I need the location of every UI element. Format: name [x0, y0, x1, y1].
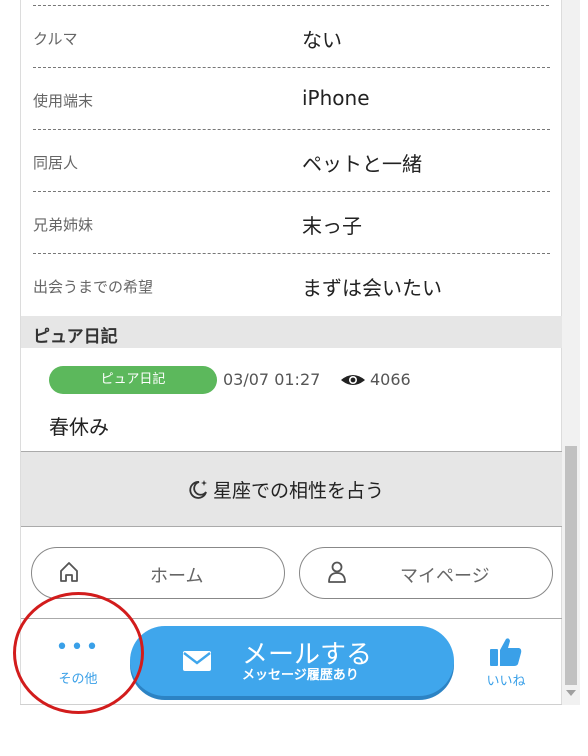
row-value: ない: [302, 28, 342, 52]
thumbs-up-icon: [490, 638, 522, 666]
profile-row-car: クルマ ない: [21, 6, 562, 68]
profile-row-cohabitant: 同居人 ペットと一緒: [21, 130, 562, 192]
row-value: iPhone: [302, 86, 370, 110]
row-value: まずは会いたい: [302, 276, 442, 300]
row-label: クルマ: [33, 30, 78, 48]
like-label: いいね: [486, 674, 526, 689]
like-button[interactable]: いいね: [470, 636, 542, 694]
row-label: 使用端末: [33, 92, 94, 110]
view-count: 4066: [370, 370, 411, 389]
annotation-circle: [13, 592, 144, 714]
row-value: ペットと一緒: [302, 152, 422, 176]
horoscope-button[interactable]: 星座での相性を占う: [21, 451, 562, 527]
row-label: 同居人: [33, 154, 79, 172]
user-icon: [328, 561, 346, 583]
eye-icon: [341, 375, 365, 385]
envelope-icon: [183, 651, 211, 671]
profile-row-siblings: 兄弟姉妹 末っ子: [21, 192, 562, 254]
home-button[interactable]: ホーム: [31, 547, 285, 599]
scrollbar-thumb[interactable]: [565, 446, 577, 685]
mypage-label: マイページ: [400, 566, 490, 587]
home-icon: [60, 562, 78, 582]
scroll-down-arrow-icon[interactable]: [566, 690, 576, 696]
moon-icon: [189, 480, 207, 499]
row-value: 末っ子: [302, 214, 362, 238]
mail-sublabel: メッセージ履歴あり: [242, 668, 359, 683]
row-label: 兄弟姉妹: [33, 216, 94, 234]
section-title: ピュア日記: [33, 327, 118, 347]
horoscope-label: 星座での相性を占う: [213, 480, 385, 502]
diary-entry-title[interactable]: 春休み: [49, 411, 109, 440]
profile-row-device: 使用端末 iPhone: [21, 68, 562, 130]
home-label: ホーム: [150, 566, 204, 587]
profile-row-meeting-wish: 出会うまでの希望 まずは会いたい: [21, 254, 562, 316]
diary-date: 03/07 01:27: [223, 370, 321, 389]
row-label: 出会うまでの希望: [33, 278, 154, 296]
mypage-button[interactable]: マイページ: [299, 547, 553, 599]
send-mail-button[interactable]: メールする メッセージ履歴あり: [130, 626, 454, 696]
diary-badge[interactable]: ピュア日記: [49, 366, 217, 394]
diary-section-header: ピュア日記: [21, 316, 562, 348]
